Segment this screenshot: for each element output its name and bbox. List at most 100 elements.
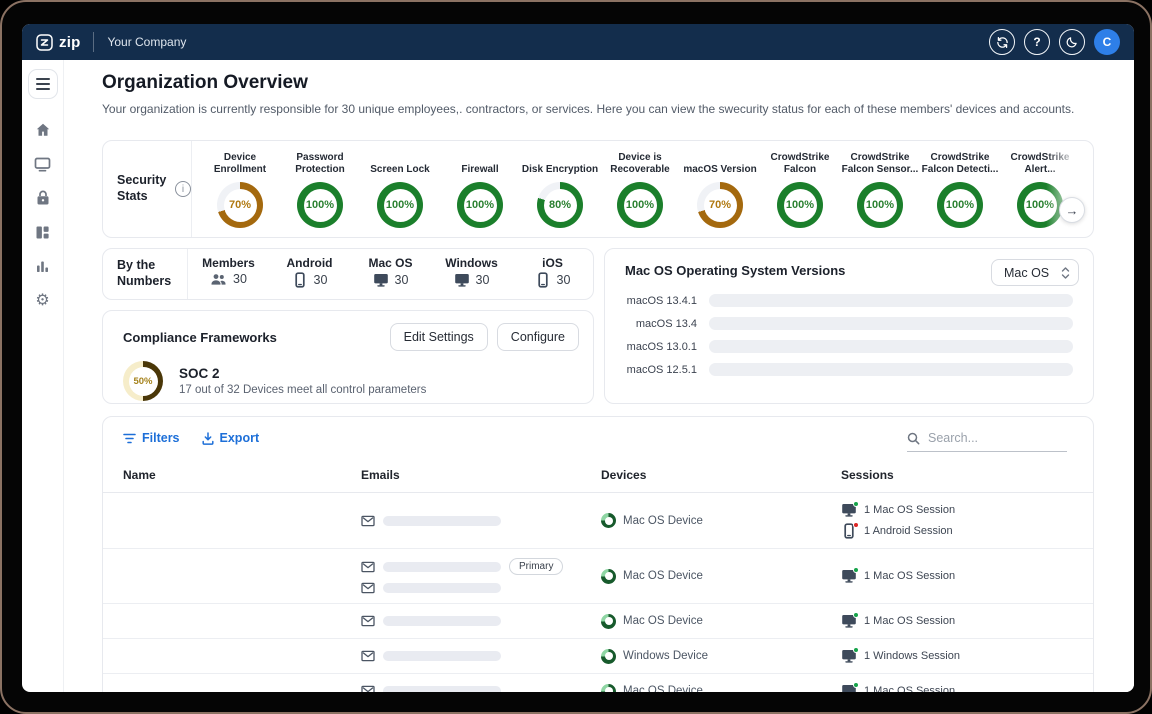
device-label: Mac OS Device — [623, 515, 703, 527]
sidebar: ⚙ — [22, 60, 64, 692]
zip-logo[interactable]: zip — [36, 34, 80, 51]
compliance-title: Compliance Frameworks — [123, 330, 277, 345]
sidebar-item-settings[interactable]: ⚙ — [26, 283, 60, 317]
number-label: iOS — [542, 256, 563, 270]
download-icon — [202, 432, 214, 445]
os-bar-track — [709, 317, 1073, 330]
search-field — [907, 431, 1067, 452]
edit-settings-button[interactable]: Edit Settings — [390, 323, 488, 351]
table-row[interactable]: Mac OS Device 1 Mac OS Session 1 Android S… — [103, 493, 1093, 549]
os-bar-label: macOS 13.4.1 — [625, 295, 697, 307]
info-icon[interactable]: i — [175, 181, 191, 197]
session-label: 1 Mac OS Session — [864, 570, 955, 582]
help-icon[interactable]: ? — [1024, 29, 1050, 55]
column-name: Name — [123, 468, 361, 482]
sidebar-item-home[interactable] — [26, 113, 60, 147]
number-stat-members: Members30 — [188, 256, 269, 299]
os-bar-label: macOS 13.4 — [625, 318, 697, 330]
stat-label: Firewall — [440, 149, 520, 176]
os-bar-label: macOS 13.0.1 — [625, 341, 697, 353]
page-title: Organization Overview — [102, 72, 308, 94]
column-emails: Emails — [361, 468, 601, 482]
number-stat-windows: Windows30 — [431, 256, 512, 299]
session-label: 1 Mac OS Session — [864, 685, 955, 692]
device-status-ring — [601, 684, 616, 693]
stat-label: Screen Lock — [360, 149, 440, 176]
table-row[interactable]: Mac OS Device1 Mac OS Session — [103, 604, 1093, 639]
bar-chart-icon — [35, 259, 50, 274]
sidebar-item-reports[interactable] — [26, 249, 60, 283]
table-row[interactable]: Windows Device1 Windows Session — [103, 639, 1093, 674]
stat-progress-ring: 100% — [1017, 182, 1063, 228]
security-stat-item: Firewall100% — [440, 149, 520, 237]
monitor-icon — [373, 272, 389, 288]
app-window: zip Your Company ? C — [22, 24, 1134, 692]
monitor-session-icon — [841, 613, 857, 629]
stat-label: CrowdStrike Falcon Sensor... — [840, 149, 920, 176]
number-label: Android — [287, 256, 333, 270]
monitor-session-icon — [841, 568, 857, 584]
monitor-session-icon — [841, 683, 857, 692]
monitor-icon — [454, 272, 470, 288]
status-dot — [853, 647, 859, 653]
envelope-icon — [361, 582, 375, 594]
search-input[interactable] — [928, 431, 1048, 445]
session-label: 1 Android Session — [864, 525, 953, 537]
stat-progress-ring: 100% — [617, 182, 663, 228]
security-stat-item: Screen Lock 100% — [360, 149, 440, 237]
sync-icon[interactable] — [989, 29, 1015, 55]
device-status-ring — [601, 649, 616, 664]
email-placeholder — [383, 686, 501, 692]
by-the-numbers-card: By the Numbers Members30Android30Mac OS3… — [102, 248, 594, 300]
os-bar-track — [709, 294, 1073, 307]
filters-button[interactable]: Filters — [123, 431, 180, 445]
gear-icon: ⚙ — [35, 292, 49, 308]
main-content: Organization Overview Your organization … — [64, 60, 1134, 692]
os-bar-row: macOS 12.5.1 — [625, 363, 1073, 376]
os-select-dropdown[interactable]: Mac OS — [991, 259, 1079, 286]
soc2-progress-ring: 50% — [123, 361, 163, 401]
monitor-icon — [34, 157, 51, 172]
device-label: Windows Device — [623, 650, 708, 662]
stat-label: Password Protection — [280, 149, 360, 176]
sidebar-item-apps[interactable] — [26, 215, 60, 249]
session-label: 1 Mac OS Session — [864, 504, 955, 516]
security-stats-card: Security Stats i Device Enrollment70%Pas… — [102, 140, 1094, 238]
sidebar-item-security[interactable] — [26, 181, 60, 215]
search-icon — [907, 432, 920, 445]
stat-progress-ring: 70% — [697, 182, 743, 228]
device-label: Mac OS Device — [623, 615, 703, 627]
security-stat-item: CrowdStrike Falcon Sensor...100% — [840, 149, 920, 237]
sidebar-item-devices[interactable] — [26, 147, 60, 181]
monitor-session-icon — [841, 502, 857, 518]
stat-progress-ring: 100% — [377, 182, 423, 228]
number-value: 30 — [476, 273, 490, 287]
security-stat-item: CrowdStrike Falcon Detecti... 100% — [920, 149, 1000, 237]
navbar-divider — [93, 32, 94, 52]
table-row[interactable]: Mac OS Device1 Mac OS Session — [103, 674, 1093, 692]
table-row[interactable]: PrimaryMac OS Device1 Mac OS Session — [103, 549, 1093, 604]
stat-label: macOS Version — [680, 149, 760, 176]
top-navbar: zip Your Company ? C — [22, 24, 1134, 60]
status-dot — [853, 682, 859, 688]
user-avatar[interactable]: C — [1094, 29, 1120, 55]
menu-toggle-button[interactable] — [28, 69, 58, 99]
stat-progress-ring: 100% — [937, 182, 983, 228]
dark-mode-icon[interactable] — [1059, 29, 1085, 55]
device-status-ring — [601, 513, 616, 528]
number-value: 30 — [557, 273, 571, 287]
security-stat-item: Password Protection100% — [280, 149, 360, 237]
os-bar-track — [709, 363, 1073, 376]
framework-description: 17 out of 32 Devices meet all control pa… — [179, 384, 426, 396]
os-bar-row: macOS 13.4 — [625, 317, 1073, 330]
export-button[interactable]: Export — [202, 431, 260, 445]
number-value: 30 — [314, 273, 328, 287]
email-placeholder — [383, 651, 501, 661]
security-stat-item: CrowdStrike Alert...100% — [1000, 149, 1080, 237]
os-bar-track — [709, 340, 1073, 353]
stat-label: CrowdStrike Falcon Detecti... — [920, 149, 1000, 176]
scroll-right-button[interactable]: → — [1059, 197, 1085, 223]
email-placeholder — [383, 562, 501, 572]
configure-button[interactable]: Configure — [497, 323, 579, 351]
stat-label: CrowdStrike Falcon — [760, 149, 840, 176]
